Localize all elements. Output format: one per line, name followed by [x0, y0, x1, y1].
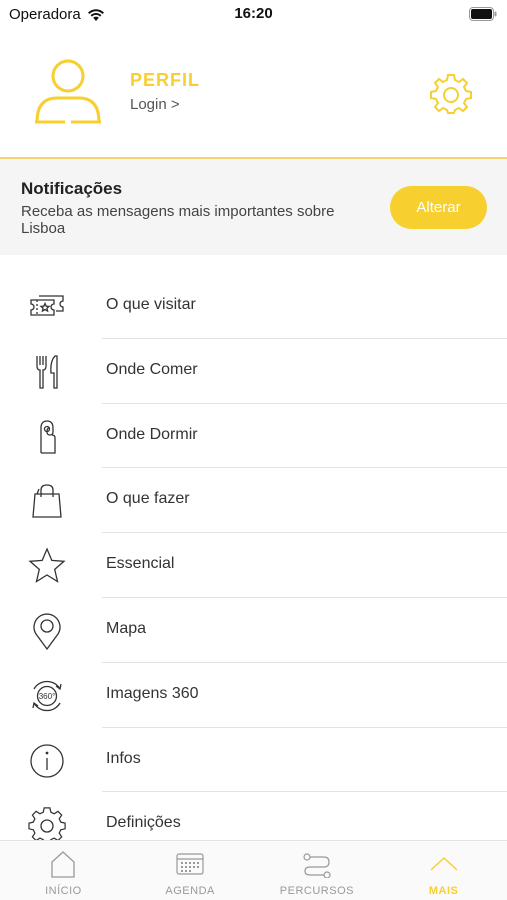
- tab-agenda[interactable]: AGENDA: [127, 841, 254, 900]
- tab-label: PERCURSOS: [279, 885, 354, 897]
- star-icon: [28, 547, 66, 584]
- tickets-icon: [30, 295, 64, 316]
- svg-text:360°: 360°: [39, 692, 56, 701]
- clock: 16:20: [234, 5, 273, 22]
- profile-header: PERFIL Login >: [0, 30, 507, 158]
- menu-label: O que visitar: [106, 296, 196, 313]
- tab-percursos[interactable]: PERCURSOS: [254, 841, 381, 900]
- menu-item-onde-comer[interactable]: Onde Comer: [0, 339, 507, 404]
- door-hanger-icon: [40, 419, 56, 454]
- notifications-title: Notificações: [21, 179, 123, 198]
- info-icon: [30, 743, 64, 778]
- battery-icon: [469, 7, 497, 21]
- profile-title: PERFIL: [130, 70, 201, 90]
- menu-item-essencial[interactable]: Essencial: [0, 533, 507, 598]
- menu-item-imagens-360[interactable]: 360° Imagens 360: [0, 663, 507, 728]
- map-pin-icon: [33, 613, 61, 650]
- change-notifications-button[interactable]: Alterar: [390, 186, 487, 229]
- menu-label: Onde Dormir: [106, 425, 198, 443]
- login-link[interactable]: Login >: [130, 96, 180, 113]
- notifications-panel: Notificações Receba as mensagens mais im…: [0, 159, 507, 255]
- menu-label: O que fazer: [106, 490, 190, 508]
- tab-mais[interactable]: MAIS: [380, 841, 507, 900]
- menu-item-o-que-visitar[interactable]: O que visitar: [0, 274, 507, 339]
- menu-label: Imagens 360: [106, 684, 199, 702]
- tab-label: MAIS: [428, 885, 459, 897]
- menu-item-o-que-fazer[interactable]: O que fazer: [0, 468, 507, 534]
- menu-label: Essencial: [106, 555, 175, 573]
- menu-item-infos[interactable]: Infos: [0, 728, 507, 793]
- user-avatar-icon[interactable]: [33, 58, 103, 124]
- notifications-description: Receba as mensagens mais importantes sob…: [21, 203, 335, 237]
- shopping-bag-icon: [32, 484, 62, 519]
- menu-label: Onde Comer: [106, 360, 198, 378]
- home-icon: [51, 851, 76, 878]
- tab-bar: INÍCIO AGENDA PERCURSOS MAIS: [0, 840, 507, 900]
- tab-label: INÍCIO: [45, 885, 82, 897]
- status-bar: Operadora 16:20: [0, 0, 507, 30]
- route-icon: [303, 853, 331, 878]
- chevron-up-icon: [430, 857, 458, 871]
- menu-list: O que visitar Onde Comer Onde Dormir O q…: [0, 274, 507, 857]
- menu-label: Mapa: [106, 619, 147, 637]
- settings-gear-icon[interactable]: [430, 72, 472, 114]
- menu-item-onde-dormir[interactable]: Onde Dormir: [0, 404, 507, 469]
- menu-label: Definições: [106, 814, 181, 832]
- tab-inicio[interactable]: INÍCIO: [0, 841, 127, 900]
- menu-label: Infos: [106, 749, 141, 767]
- 360-icon: 360°: [32, 680, 62, 711]
- tab-label: AGENDA: [165, 885, 215, 897]
- menu-item-mapa[interactable]: Mapa: [0, 598, 507, 663]
- cutlery-icon: [36, 355, 58, 389]
- gear-icon: [28, 807, 66, 844]
- calendar-icon: [176, 853, 204, 875]
